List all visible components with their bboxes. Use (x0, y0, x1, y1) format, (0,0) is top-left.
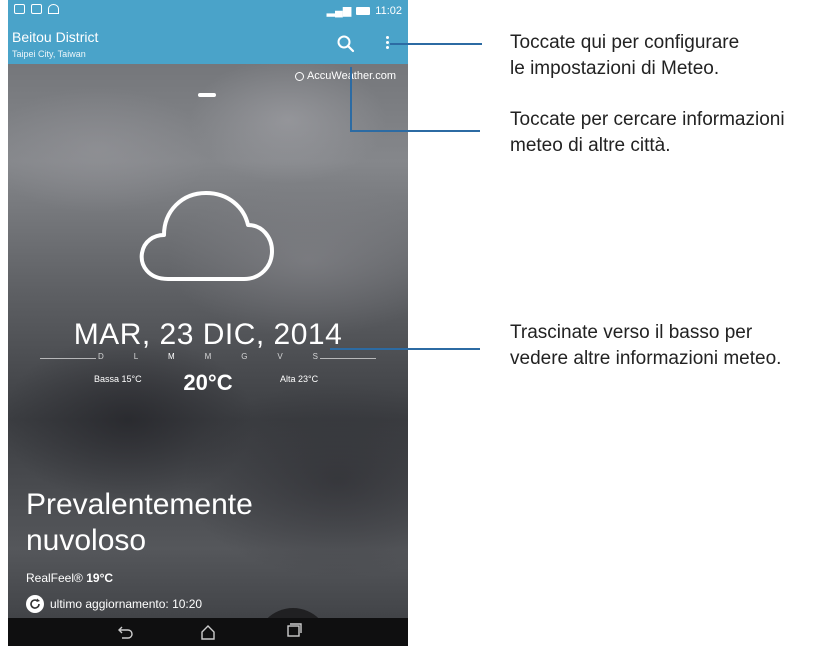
realfeel-value: 19°C (86, 571, 114, 585)
status-bar: ▂▄▆ 11:02 (8, 0, 408, 22)
menu-dot-icon (385, 36, 389, 39)
callout-connector (330, 348, 480, 350)
home-button[interactable] (198, 622, 218, 642)
wifi-icon (48, 4, 59, 14)
home-icon (201, 625, 215, 640)
drag-handle[interactable] (198, 93, 216, 97)
drag-callout: Trascinate verso il basso per vedere alt… (510, 320, 781, 372)
battery-icon (356, 6, 371, 15)
settings-callout: Toccate qui per configurare le impostazi… (510, 30, 739, 82)
callout-text: meteo di altre città. (510, 135, 671, 156)
cloud-icon (139, 191, 274, 281)
weather-condition: Prevalentemente nuvoloso (26, 487, 396, 559)
last-updated: ultimo aggiornamento: 10:20 (26, 595, 202, 613)
realfeel-label: RealFeel® (26, 571, 83, 585)
realfeel: RealFeel® 19°C (26, 571, 113, 585)
callout-connector (350, 130, 480, 132)
recent-apps-icon (287, 623, 302, 637)
day-label[interactable]: G (241, 352, 247, 361)
menu-dot-icon (385, 46, 389, 49)
last-updated-text: ultimo aggiornamento: 10:20 (50, 597, 203, 611)
search-icon (337, 35, 355, 53)
weekday-strip[interactable]: D L M M G V S (98, 352, 318, 361)
weather-app-screen: ▂▄▆ 11:02 Beitou District Taipei City, T… (8, 0, 408, 646)
day-label[interactable]: M (168, 352, 175, 361)
menu-dot-icon (385, 41, 389, 44)
current-temperature: 20°C (183, 370, 233, 395)
callout-connector (390, 43, 482, 45)
high-temperature: Alta 23°C (280, 374, 319, 384)
days-divider-left (40, 358, 96, 359)
callout-text: Toccate per cercare informazioni (510, 109, 785, 130)
back-icon (118, 626, 133, 639)
region-name: Taipei City, Taiwan (12, 49, 86, 59)
search-button[interactable] (336, 34, 356, 54)
recent-apps-button[interactable] (284, 620, 304, 640)
day-label[interactable]: D (98, 352, 104, 361)
search-callout: Toccate per cercare informazioni meteo d… (510, 107, 785, 159)
days-divider-right (320, 358, 376, 359)
back-button[interactable] (114, 622, 134, 642)
accuweather-icon (294, 71, 304, 81)
city-name[interactable]: Beitou District (12, 29, 98, 45)
day-label[interactable]: L (134, 352, 138, 361)
app-bar: Beitou District Taipei City, Taiwan (8, 22, 408, 64)
condition-line: nuvoloso (26, 524, 147, 557)
callout-text: vedere altre informazioni meteo. (510, 348, 782, 369)
message-icon (31, 4, 42, 14)
callout-connector (350, 67, 352, 131)
signal-icon: ▂▄▆ (326, 5, 352, 17)
day-label[interactable]: M (205, 352, 212, 361)
accuweather-logo[interactable]: AccuWeather.com (294, 70, 396, 82)
forecast-date: MAR, 23 DIC, 2014 (73, 318, 343, 351)
condition-line: Prevalentemente (26, 488, 253, 521)
callout-text: Trascinate verso il basso per (510, 322, 753, 343)
navigation-bar (8, 618, 408, 646)
callout-text: le impostazioni di Meteo. (510, 58, 720, 79)
day-label[interactable]: S (313, 352, 318, 361)
status-time: 11:02 (375, 4, 402, 17)
refresh-icon[interactable] (26, 595, 44, 613)
callout-text: Toccate qui per configurare (510, 32, 740, 53)
calendar-icon (14, 4, 25, 14)
day-label[interactable]: V (277, 352, 282, 361)
